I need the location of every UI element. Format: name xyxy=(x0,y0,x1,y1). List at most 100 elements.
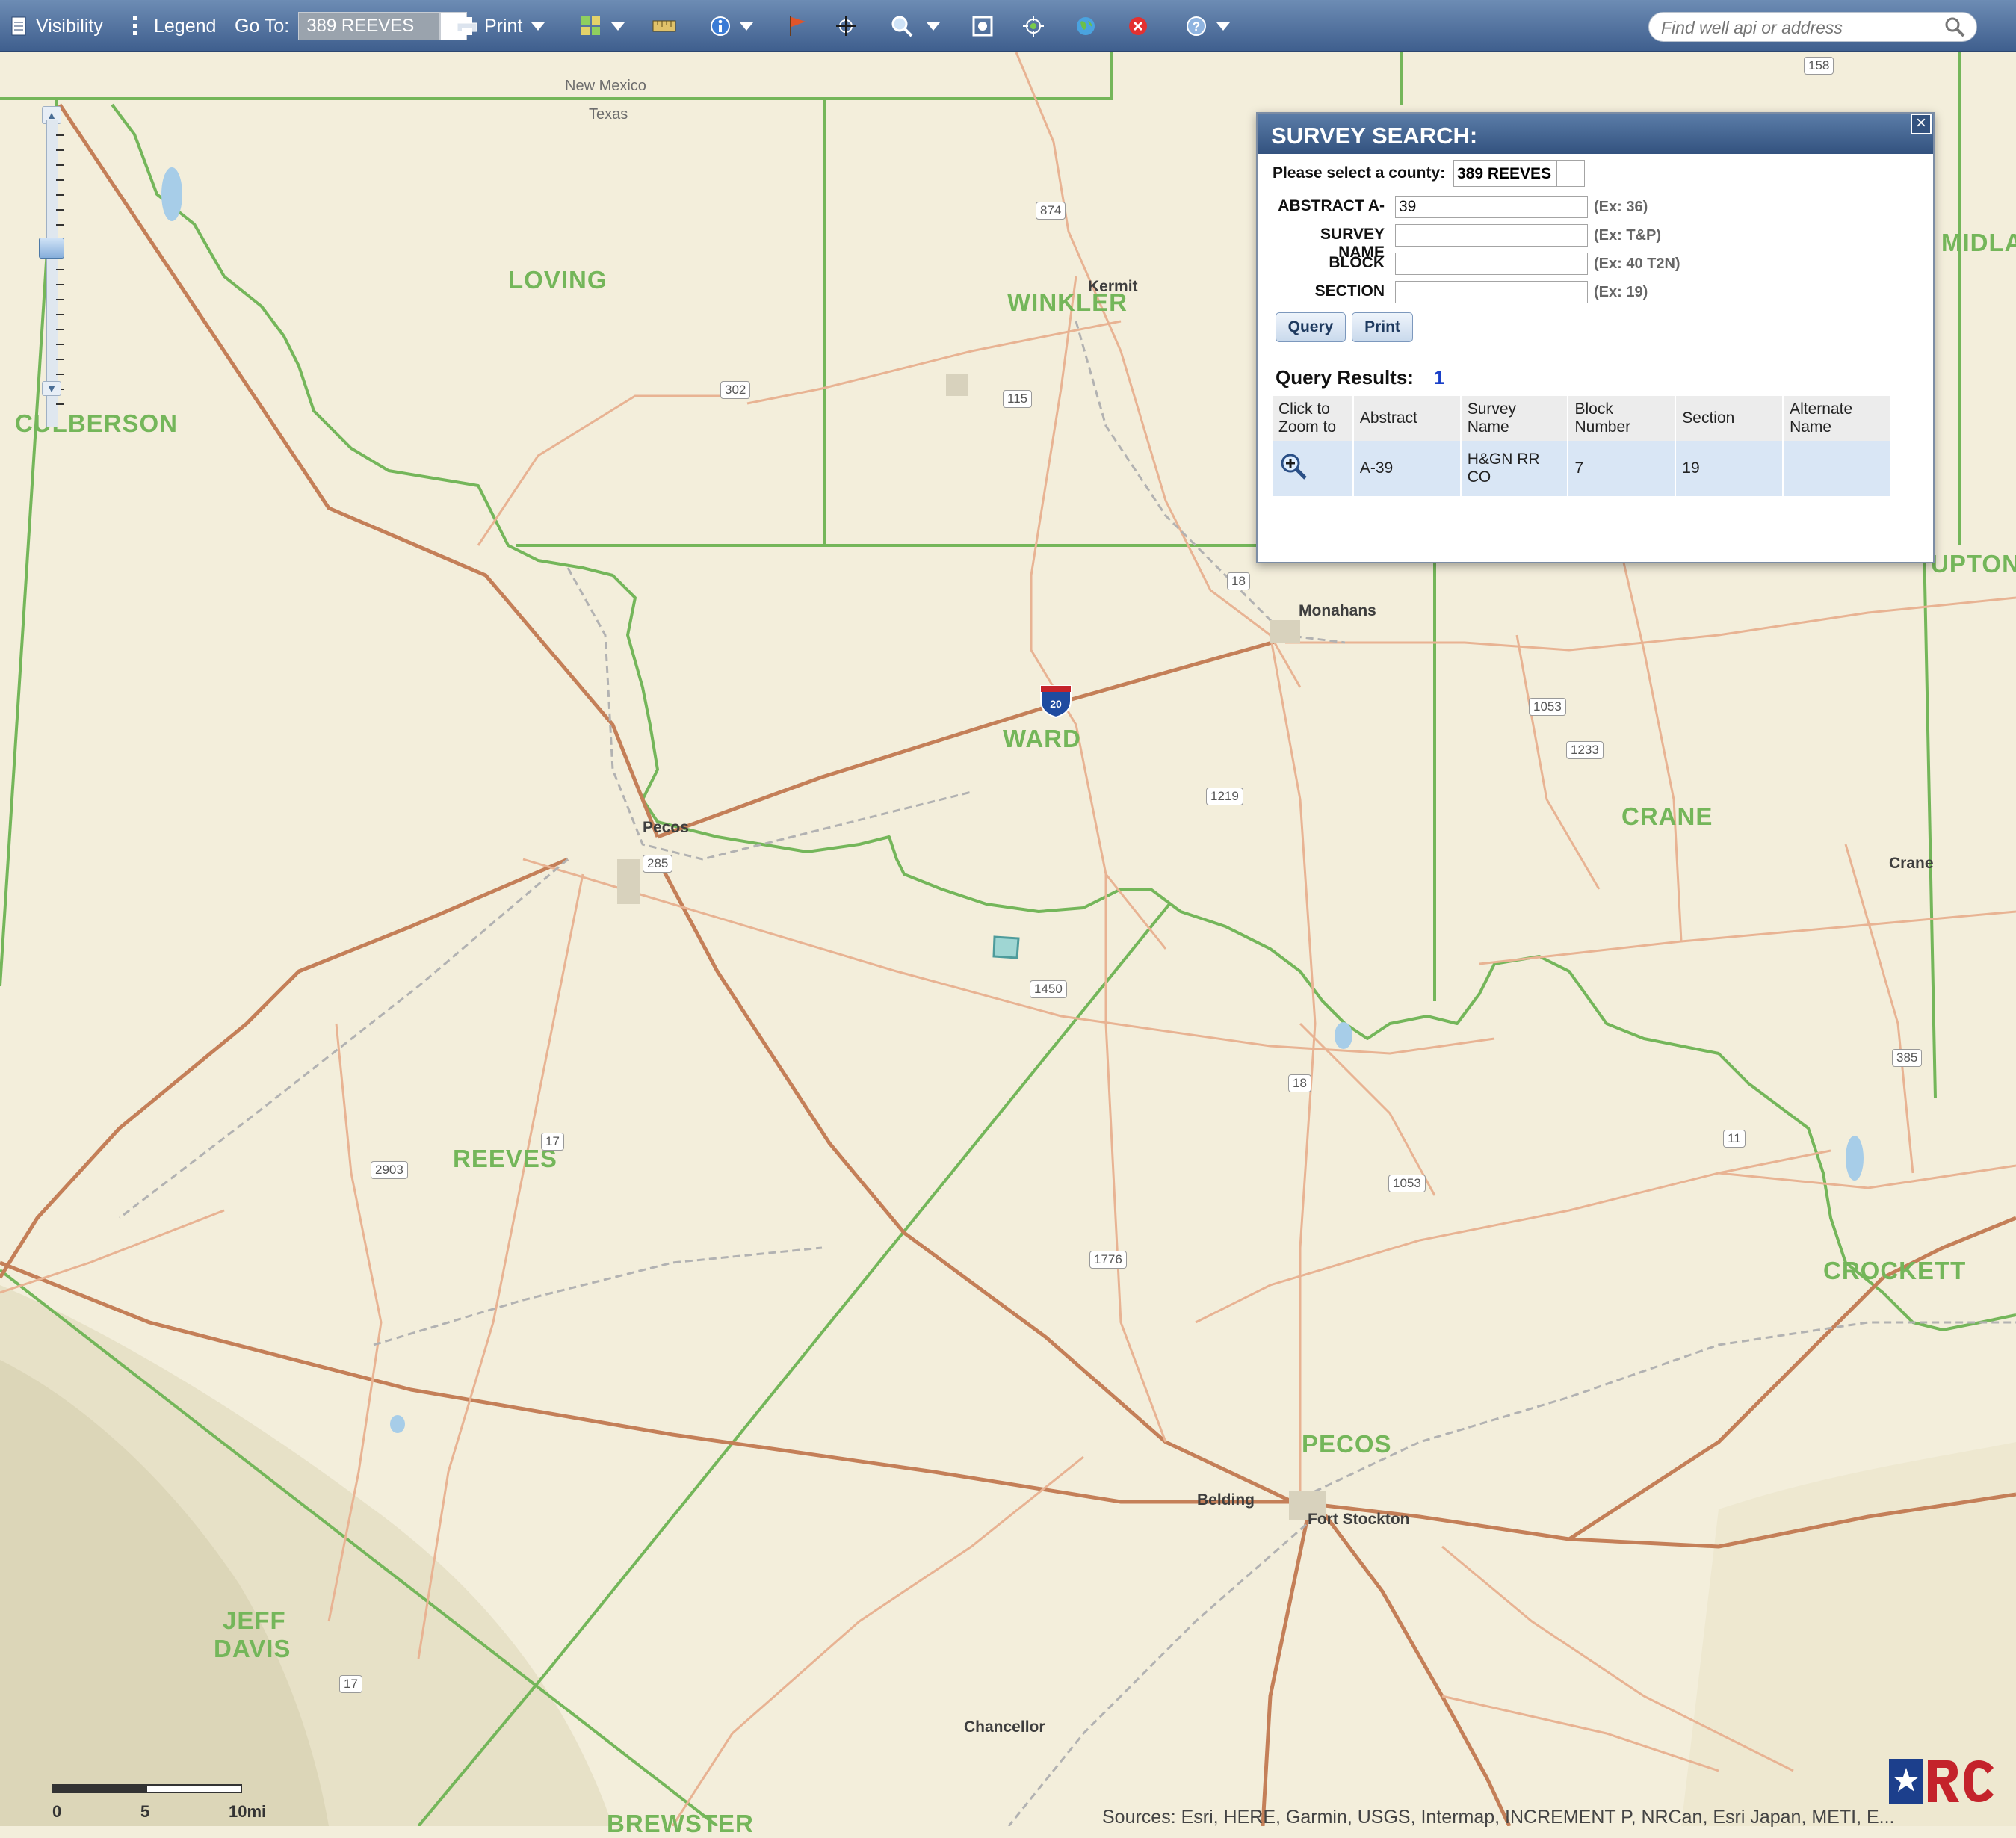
info-icon xyxy=(711,16,730,36)
city-label-monahans: Monahans xyxy=(1299,602,1376,619)
column-header-alternate-name: Alternate Name xyxy=(1783,396,1891,441)
column-header-abstract: Abstract xyxy=(1352,396,1462,441)
county-select-value: 389 REEVES xyxy=(1457,165,1552,182)
help-button[interactable]: ? xyxy=(1185,0,1230,52)
column-header-zoom: Click to Zoom to xyxy=(1273,396,1354,441)
print-results-button[interactable]: Print xyxy=(1352,312,1413,342)
county-label-crane: CRANE xyxy=(1621,802,1713,830)
section-input[interactable] xyxy=(1395,281,1588,303)
measure-button[interactable] xyxy=(652,0,677,52)
interstate-20-shield: 20 xyxy=(1040,685,1072,719)
basemap-button[interactable] xyxy=(580,0,625,52)
county-label-jeff-davis: JEFF xyxy=(223,1606,286,1634)
chevron-down-icon[interactable] xyxy=(1556,161,1584,186)
road-shield: 1053 xyxy=(1388,1175,1426,1192)
flag-button[interactable] xyxy=(788,0,808,52)
well-search-input[interactable] xyxy=(1660,16,1932,40)
scale-label-mid: 5 xyxy=(140,1802,150,1821)
state-label: New Mexico xyxy=(565,78,646,94)
road-shield: 18 xyxy=(1288,1074,1311,1092)
road-shield: 874 xyxy=(1036,202,1066,220)
query-results-label: Query Results: xyxy=(1276,366,1414,389)
county-label-brewster: BREWSTER xyxy=(607,1810,754,1837)
full-extent-button[interactable] xyxy=(971,0,994,52)
column-header-block-number: Block Number xyxy=(1568,396,1677,441)
zoom-out-button[interactable]: ▼ xyxy=(42,381,61,396)
section-label: SECTION xyxy=(1314,282,1385,300)
selected-survey-parcel xyxy=(992,935,1020,959)
crosshair-button[interactable] xyxy=(835,0,856,52)
abstract-input[interactable]: 39 xyxy=(1395,196,1588,218)
county-select[interactable]: 389 REEVES xyxy=(1453,160,1585,187)
toolbar: Visibility Legend Go To: 389 REEVES Prin… xyxy=(0,0,2016,52)
print-button[interactable]: Print xyxy=(456,0,545,52)
survey-name-input[interactable] xyxy=(1395,224,1588,247)
search-icon[interactable] xyxy=(1944,16,1966,38)
county-select-label: Please select a county: xyxy=(1273,164,1446,182)
legend-button[interactable]: Legend xyxy=(132,0,216,52)
map-attribution: Sources: Esri, HERE, Garmin, USGS, Inter… xyxy=(1102,1807,1895,1828)
close-icon[interactable]: × xyxy=(1911,114,1932,134)
column-header-survey-name: Survey Name xyxy=(1460,396,1569,441)
county-label-midland: MIDLAND xyxy=(1941,229,2016,256)
legend-icon xyxy=(133,16,137,35)
road-shield: 302 xyxy=(720,381,751,399)
dialog-title: SURVEY SEARCH: xyxy=(1271,123,1478,149)
county-label-culberson: CULBERSON xyxy=(15,409,179,437)
city-label-kermit: Kermit xyxy=(1088,278,1138,295)
goto-label: Go To: xyxy=(235,15,290,37)
city-label-pecos: Pecos xyxy=(643,819,689,836)
svg-text:20: 20 xyxy=(1050,698,1062,710)
road-shield: 11 xyxy=(1723,1130,1746,1148)
zoom-in-icon[interactable] xyxy=(1278,451,1308,481)
globe-button[interactable] xyxy=(1075,0,1097,52)
city-label-chancellor: Chancellor xyxy=(964,1718,1045,1736)
column-header-section: Section xyxy=(1675,396,1784,441)
print-label: Print xyxy=(484,15,523,37)
road-shield: 1776 xyxy=(1089,1251,1127,1269)
road-shield: 17 xyxy=(541,1133,564,1151)
query-results-count: 1 xyxy=(1434,366,1445,389)
results-table: Click to Zoom to Abstract Survey Name Bl… xyxy=(1273,396,1891,496)
identify-button[interactable] xyxy=(710,0,753,52)
zoom-tool-button[interactable] xyxy=(891,0,940,52)
zoom-slider-thumb[interactable] xyxy=(39,238,64,259)
city-label-belding: Belding xyxy=(1197,1491,1255,1509)
visibility-button[interactable]: Visibility xyxy=(10,0,103,52)
chevron-down-icon xyxy=(611,22,625,31)
survey-name-hint: (Ex: T&P) xyxy=(1594,227,1661,244)
block-input[interactable] xyxy=(1395,253,1588,275)
visibility-label: Visibility xyxy=(36,15,103,37)
svg-text:?: ? xyxy=(1193,19,1200,34)
road-shield: 17 xyxy=(339,1675,362,1693)
road-shield: 18 xyxy=(1227,572,1250,590)
locate-button[interactable] xyxy=(1022,0,1045,52)
section-cell: 19 xyxy=(1675,441,1784,496)
road-shield: 158 xyxy=(1804,57,1834,75)
alternate-name-cell xyxy=(1783,441,1891,496)
close-icon xyxy=(1129,17,1147,35)
legend-label: Legend xyxy=(154,15,217,37)
clear-button[interactable] xyxy=(1127,0,1149,52)
road-shield: 1233 xyxy=(1566,741,1604,759)
road-shield: 1450 xyxy=(1030,980,1067,998)
road-shield: 285 xyxy=(643,855,673,873)
block-label: BLOCK xyxy=(1329,254,1385,271)
chevron-down-icon xyxy=(927,22,940,31)
chevron-down-icon xyxy=(740,22,753,31)
goto-input[interactable]: 389 REEVES xyxy=(298,12,441,40)
ruler-icon xyxy=(652,20,676,32)
query-button[interactable]: Query xyxy=(1276,312,1346,342)
survey-name-cell: H&GN RR CO xyxy=(1460,441,1569,496)
zoom-to-cell[interactable] xyxy=(1273,441,1354,496)
county-label-ward: WARD xyxy=(1003,725,1081,752)
rrc-logo xyxy=(1889,1759,1994,1804)
well-search-box xyxy=(1648,12,1977,42)
county-label-upton: UPTON xyxy=(1931,550,2016,578)
road-shield: 1219 xyxy=(1206,788,1243,805)
road-shield: 385 xyxy=(1892,1049,1923,1067)
road-shield: 2903 xyxy=(371,1161,408,1179)
dialog-header: SURVEY SEARCH: × xyxy=(1258,114,1933,154)
locate-icon xyxy=(1023,16,1044,37)
abstract-label: ABSTRACT A- xyxy=(1278,197,1385,214)
